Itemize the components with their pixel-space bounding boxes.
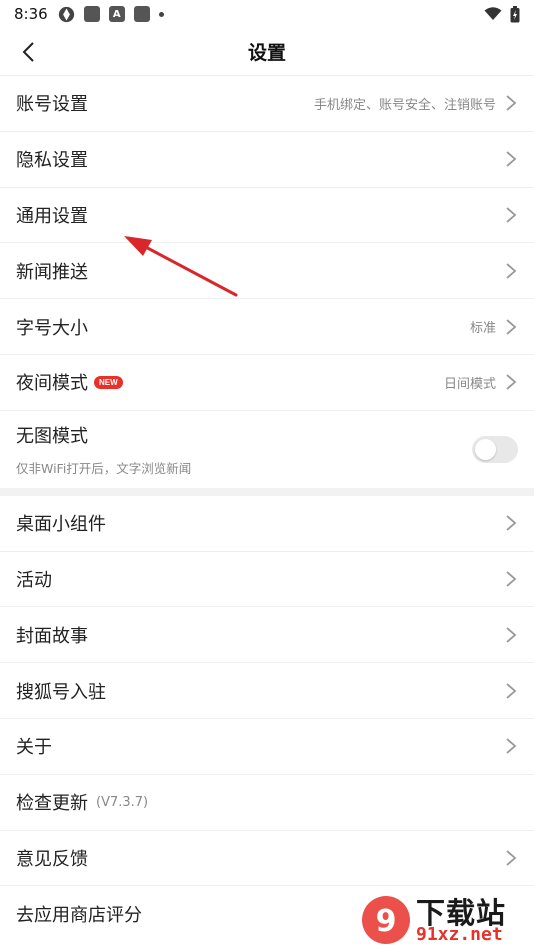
news-push-row[interactable]: 新闻推送 (0, 243, 534, 300)
new-badge: NEW (94, 375, 123, 389)
row-label: 无图模式 (16, 425, 88, 447)
page-header: 设置 (0, 28, 534, 76)
status-notification-icons: A (58, 6, 164, 23)
row-label: 新闻推送 (16, 261, 88, 283)
battery-icon (510, 5, 520, 22)
status-time: 8:36 (14, 5, 48, 23)
no-image-mode-row: 无图模式 仅非WiFi打开后，文字浏览新闻 (0, 411, 534, 488)
general-settings-row[interactable]: 通用设置 (0, 188, 534, 244)
chevron-right-icon (506, 682, 517, 699)
activity-row[interactable]: 活动 (0, 552, 534, 608)
row-value: 手机绑定、账号安全、注销账号 (313, 97, 496, 113)
row-label: 字号大小 (16, 317, 88, 339)
status-bar: 8:36 A (0, 0, 534, 28)
night-mode-row[interactable]: 夜间模式 NEW 日间模式 (0, 355, 534, 411)
row-label: 关于 (16, 737, 52, 759)
chevron-right-icon (506, 207, 517, 223)
row-label: 隐私设置 (16, 150, 88, 172)
toggle-knob (475, 438, 496, 460)
check-update-row[interactable]: 检查更新 (V7.3.7) (0, 775, 534, 831)
more-notifications-icon (158, 11, 164, 17)
letter-a-icon: A (108, 6, 125, 22)
wifi-icon (484, 7, 502, 20)
sohu-account-row[interactable]: 搜狐号入驻 (0, 663, 534, 719)
chevron-right-icon (506, 571, 517, 587)
chevron-right-icon (506, 515, 517, 531)
row-label: 意见反馈 (16, 848, 88, 870)
rate-app-row[interactable]: 去应用商店评分 (0, 886, 534, 942)
row-label: 夜间模式 (16, 373, 88, 395)
version-text: (V7.3.7) (96, 794, 149, 810)
chevron-right-icon (506, 263, 517, 279)
chevron-right-icon (506, 738, 517, 755)
status-system-icons (484, 5, 520, 23)
settings-group-1: 账号设置 手机绑定、账号安全、注销账号 隐私设置 通用设置 新闻推送 字号大小 … (0, 76, 534, 488)
row-label: 封面故事 (16, 625, 88, 647)
row-label: 活动 (16, 569, 52, 591)
row-value: 标准 (469, 321, 496, 337)
cover-story-row[interactable]: 封面故事 (0, 607, 534, 664)
about-row[interactable]: 关于 (0, 719, 534, 775)
row-label: 通用设置 (16, 205, 88, 227)
chevron-right-icon (506, 850, 517, 866)
row-value: 日间模式 (443, 376, 496, 392)
row-subtitle: 仅非WiFi打开后，文字浏览新闻 (16, 460, 192, 476)
aperture-icon (58, 6, 74, 22)
font-size-row[interactable]: 字号大小 标准 (0, 299, 534, 355)
app-notification-icon-2 (133, 6, 150, 22)
chevron-right-icon (506, 374, 517, 391)
feedback-row[interactable]: 意见反馈 (0, 831, 534, 887)
row-label: 账号设置 (16, 94, 88, 116)
chevron-right-icon (506, 627, 517, 643)
chevron-left-icon (22, 42, 34, 62)
settings-group-2: 桌面小组件 活动 封面故事 搜狐号入驻 关于 检查更新 (V7.3.7) 意见反… (0, 495, 534, 943)
row-label: 搜狐号入驻 (16, 681, 106, 703)
row-label: 检查更新 (16, 793, 88, 815)
privacy-settings-row[interactable]: 隐私设置 (0, 132, 534, 188)
section-divider (0, 487, 534, 496)
row-label: 桌面小组件 (16, 514, 106, 536)
chevron-right-icon (506, 151, 517, 167)
account-settings-row[interactable]: 账号设置 手机绑定、账号安全、注销账号 (0, 76, 534, 132)
back-button[interactable] (12, 36, 44, 68)
no-image-mode-toggle[interactable] (472, 435, 518, 463)
chevron-right-icon (506, 95, 517, 112)
app-notification-icon (83, 6, 100, 22)
page-title: 设置 (247, 42, 286, 64)
chevron-right-icon (506, 318, 517, 335)
desktop-widget-row[interactable]: 桌面小组件 (0, 496, 534, 552)
row-label: 去应用商店评分 (16, 905, 142, 927)
